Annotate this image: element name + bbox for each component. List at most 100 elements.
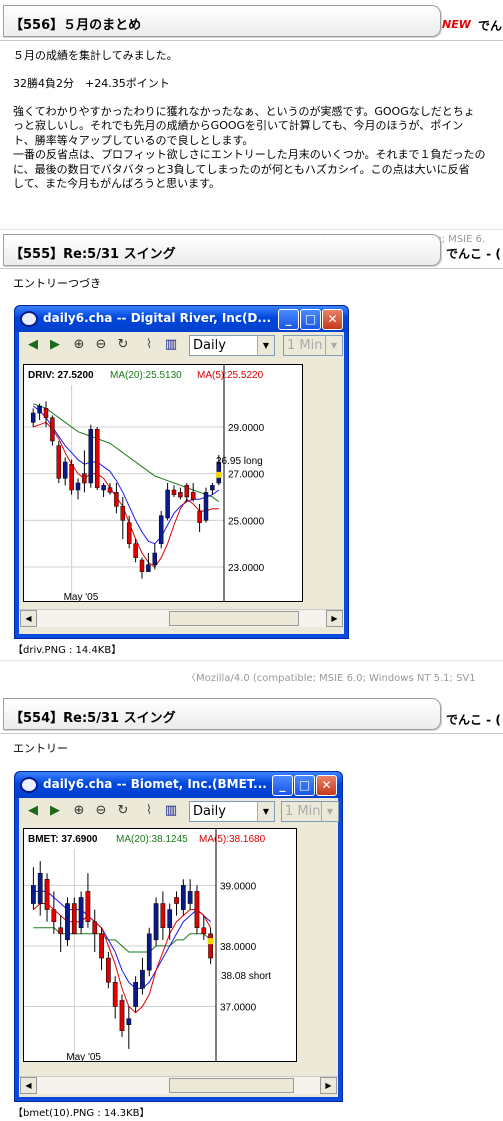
post-body: エントリーつづき — [13, 277, 101, 290]
maximize-icon[interactable]: □ — [300, 309, 321, 330]
y-tick-label: 29.0000 — [228, 423, 265, 434]
arrow-left-icon[interactable]: ◀ — [25, 803, 41, 819]
candle — [37, 405, 42, 414]
chevron-down-icon: ▼ — [325, 336, 342, 355]
period-select[interactable]: Daily ▼ — [189, 801, 275, 822]
ma20-label: MA(20):25.5130 — [110, 370, 182, 381]
scroll-right-icon[interactable]: ▶ — [320, 1077, 337, 1094]
candle — [210, 485, 215, 491]
candle — [139, 559, 145, 572]
attachment-caption[interactable]: 【bmet(10).PNG : 14.3KB】 — [13, 1104, 150, 1119]
post-author[interactable]: でんこ - ( — [446, 245, 501, 262]
divider — [0, 229, 503, 230]
candle — [106, 957, 111, 983]
candle — [51, 909, 57, 922]
divider — [0, 660, 503, 661]
candle — [126, 522, 132, 544]
candle — [31, 885, 36, 904]
scroll-left-icon[interactable]: ◀ — [20, 610, 37, 627]
post-author[interactable]: でんこ — [478, 17, 503, 34]
attachment-caption[interactable]: 【driv.PNG : 14.4KB】 — [13, 641, 121, 656]
minimize-icon[interactable]: _ — [272, 775, 293, 796]
y-tick-label: 39.0000 — [220, 881, 257, 892]
period-select[interactable]: Daily ▼ — [189, 335, 275, 356]
x-tick-label: May '05 — [66, 1052, 101, 1061]
chevron-down-icon[interactable]: ▼ — [257, 802, 274, 821]
post-title[interactable]: 【556】５月のまとめ — [10, 14, 141, 33]
horizontal-scrollbar[interactable]: ◀ ▶ — [19, 609, 344, 627]
zoom-out-icon[interactable]: ⊖ — [93, 803, 109, 819]
candle — [197, 510, 202, 523]
bar-chart-icon[interactable]: ▥ — [163, 337, 179, 353]
chevron-down-icon[interactable]: ▼ — [257, 336, 274, 355]
toolbar: ◀ ▶ ⊕ ⊖ ↻ ⌇ ▥ Daily ▼ 1 Min ▼ — [19, 332, 344, 359]
post-554-header[interactable]: 【554】Re:5/31 スイング — [3, 698, 441, 730]
interval-value: 1 Min — [285, 804, 321, 819]
candle — [194, 891, 200, 929]
divider — [0, 268, 503, 269]
toolbar: ◀ ▶ ⊕ ⊖ ↻ ⌇ ▥ Daily ▼ 1 Min ▼ — [19, 798, 339, 825]
candle — [62, 461, 68, 479]
zoom-in-icon[interactable]: ⊕ — [71, 337, 87, 353]
candle — [65, 903, 70, 941]
candle — [44, 879, 50, 910]
candle — [133, 982, 138, 1007]
title-bar[interactable]: daily6.cha -- Digital River, Inc(D... _ … — [15, 306, 348, 332]
title-bar[interactable]: daily6.cha -- Biomet, Inc.(BMET... _ □ ✕ — [15, 772, 342, 798]
candle — [160, 903, 166, 929]
chart-window-bmet[interactable]: daily6.cha -- Biomet, Inc.(BMET... _ □ ✕… — [14, 771, 343, 1102]
entry-marker — [207, 938, 214, 945]
ma20-label: MA(20):38.1245 — [116, 834, 188, 845]
divider — [0, 40, 503, 41]
arrow-right-icon[interactable]: ▶ — [47, 803, 63, 819]
scroll-thumb[interactable] — [169, 1078, 294, 1093]
close-icon[interactable]: ✕ — [322, 309, 343, 330]
new-badge: NEW — [442, 18, 471, 31]
minimize-icon[interactable]: _ — [278, 309, 299, 330]
candle — [146, 933, 152, 971]
zoom-out-icon[interactable]: ⊖ — [93, 337, 109, 353]
maximize-icon[interactable]: □ — [294, 775, 315, 796]
post-author[interactable]: でんこ - ( — [446, 711, 501, 728]
candle — [99, 933, 104, 959]
post-556-header[interactable]: 【556】５月のまとめ — [3, 5, 441, 37]
chart-window-driv[interactable]: daily6.cha -- Digital River, Inc(D... _ … — [14, 305, 349, 639]
arrow-right-icon[interactable]: ▶ — [47, 337, 63, 353]
scroll-right-icon[interactable]: ▶ — [326, 610, 343, 627]
body-line: 32勝4負2分 +24.35ポイント — [13, 77, 170, 90]
horizontal-scrollbar[interactable]: ◀ ▶ — [19, 1076, 338, 1094]
symbol-label: BMET: 37.6900 — [28, 834, 98, 845]
candle — [174, 897, 179, 904]
candle — [201, 927, 207, 935]
body-line: っと寂しいし。それでも先月の成績からGOOGを引いて計算しても、今月のほうが、ポ… — [13, 119, 464, 132]
price-chart[interactable]: 29.0000 27.0000 25.0000 23.0000 DRIV: 27.520… — [23, 364, 303, 603]
candle — [158, 515, 164, 544]
candle — [94, 429, 100, 488]
candlestick-chart: 29.0000 27.0000 25.0000 23.0000 DRIV: 27.520… — [24, 365, 265, 603]
candle — [190, 492, 196, 500]
refresh-icon[interactable]: ↻ — [115, 337, 131, 353]
scroll-thumb[interactable] — [169, 611, 299, 626]
bar-chart-icon[interactable]: ▥ — [163, 803, 179, 819]
app-icon — [20, 777, 38, 793]
post-title[interactable]: 【554】Re:5/31 スイング — [10, 707, 176, 726]
close-icon[interactable]: ✕ — [316, 775, 337, 796]
candle — [43, 408, 49, 418]
candle — [75, 482, 81, 491]
candle — [203, 492, 209, 521]
line-chart-icon[interactable]: ⌇ — [141, 803, 157, 819]
scroll-left-icon[interactable]: ◀ — [20, 1077, 37, 1094]
price-chart[interactable]: 39.0000 38.0000 37.0000 BMET: 37.6900 MA(20)… — [23, 828, 297, 1063]
candle — [167, 909, 173, 929]
arrow-left-icon[interactable]: ◀ — [25, 337, 41, 353]
divider — [0, 733, 503, 734]
chart-area: 39.0000 38.0000 37.0000 BMET: 37.6900 MA(20)… — [19, 825, 338, 1097]
candle — [92, 921, 98, 935]
body-line: 一番の反省点は、プロフィット欲しさにエントリーした月末のいくつか。それまで１負だ… — [13, 148, 486, 161]
line-chart-icon[interactable]: ⌇ — [141, 337, 157, 353]
post-title[interactable]: 【555】Re:5/31 スイング — [10, 243, 176, 262]
candle — [146, 564, 151, 572]
zoom-in-icon[interactable]: ⊕ — [71, 803, 87, 819]
refresh-icon[interactable]: ↻ — [115, 803, 131, 819]
post-555-header[interactable]: 【555】Re:5/31 スイング — [3, 234, 441, 266]
